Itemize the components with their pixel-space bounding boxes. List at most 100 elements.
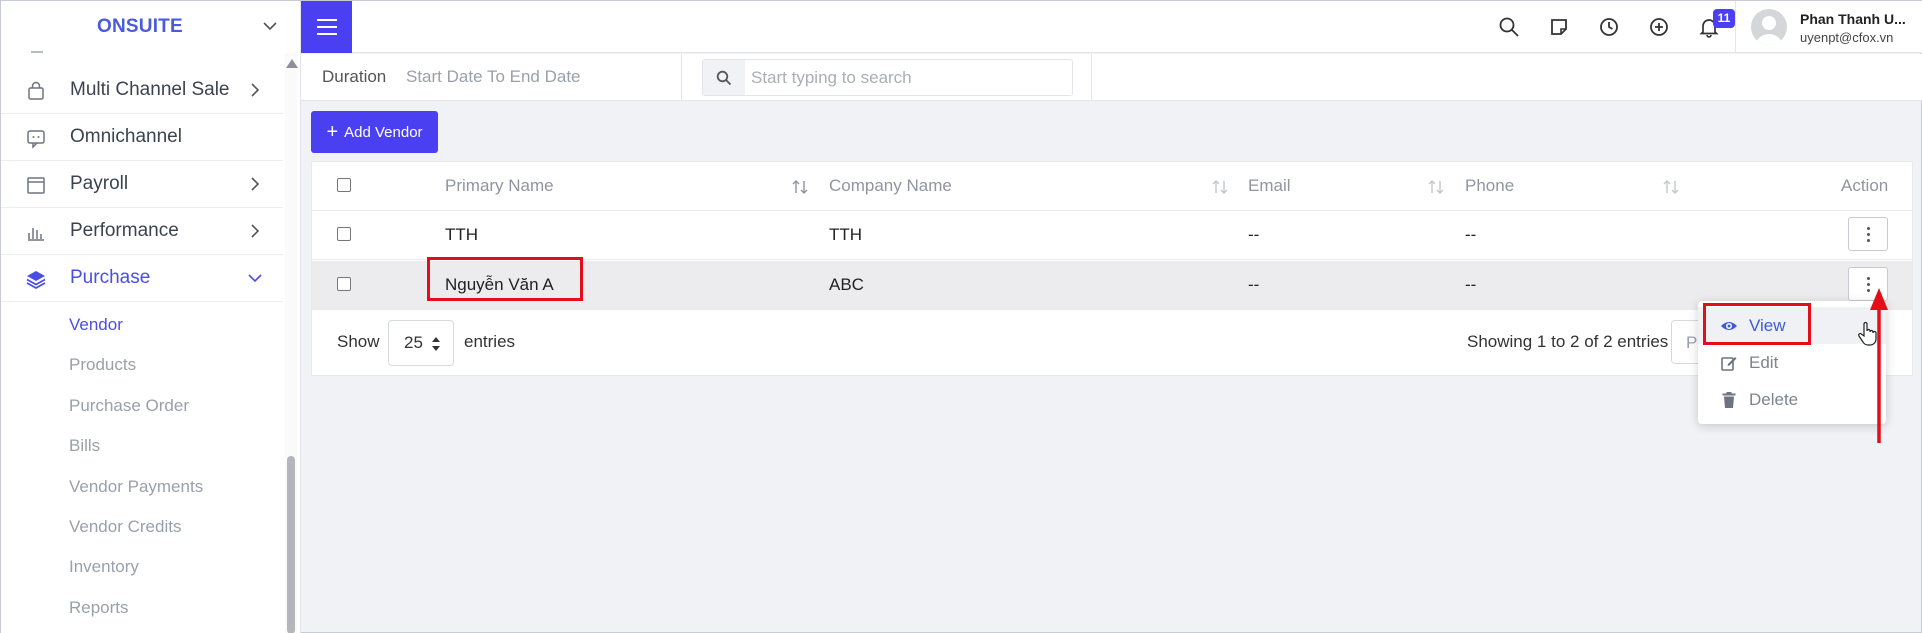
row-checkbox[interactable] bbox=[337, 277, 351, 291]
column-header-email[interactable]: Email bbox=[1248, 176, 1291, 196]
sidebar-subitem-vendor-credits[interactable]: Vendor Credits bbox=[1, 508, 283, 548]
search-addon bbox=[703, 60, 745, 95]
sort-icon[interactable] bbox=[1211, 179, 1229, 195]
row-checkbox[interactable] bbox=[337, 227, 351, 241]
subitem-label: Vendor bbox=[69, 315, 123, 334]
page-size-select[interactable]: 25 bbox=[388, 320, 454, 366]
brand-name: ONSUITE bbox=[97, 16, 183, 37]
search-box bbox=[702, 59, 1073, 96]
sort-caret-icon bbox=[432, 337, 440, 351]
menu-item-label: Delete bbox=[1749, 390, 1799, 409]
chevron-down-icon bbox=[263, 22, 277, 31]
duration-label: Duration bbox=[322, 67, 387, 86]
sidebar: ONSUITE Multi Channel Sale Omnichannel P… bbox=[1, 1, 301, 633]
chat-icon bbox=[27, 130, 45, 149]
column-header-phone[interactable]: Phone bbox=[1465, 176, 1514, 196]
add-vendor-button[interactable]: + Add Vendor bbox=[311, 111, 438, 153]
sidebar-item-payroll[interactable]: Payroll bbox=[1, 161, 283, 208]
sidebar-item-multi-channel-sale[interactable]: Multi Channel Sale bbox=[1, 67, 283, 114]
sort-icon[interactable] bbox=[791, 179, 809, 195]
divider bbox=[1091, 54, 1092, 101]
subitem-label: Purchase Order bbox=[69, 396, 189, 415]
notification-badge: 11 bbox=[1713, 9, 1735, 28]
edit-icon bbox=[1721, 357, 1737, 371]
filter-bar: Duration Start Date To End Date bbox=[301, 54, 1922, 101]
plus-icon: + bbox=[326, 121, 339, 143]
cell-email: -- bbox=[1248, 275, 1260, 294]
divider bbox=[31, 51, 43, 53]
clock-icon[interactable] bbox=[1598, 16, 1620, 38]
user-email: uyenpt@cfox.vn bbox=[1800, 30, 1894, 45]
shopping-bag-icon bbox=[28, 81, 44, 100]
cell-company-name: TTH bbox=[829, 225, 863, 244]
search-input[interactable] bbox=[751, 60, 1066, 95]
subitem-label: Bills bbox=[69, 436, 101, 455]
entries-label: entries bbox=[464, 332, 516, 351]
subitem-label: Reports bbox=[69, 598, 129, 617]
sidebar-item-label: Multi Channel Sale bbox=[70, 79, 230, 100]
top-bar: 11 Phan Thanh U... uyenpt@cfox.vn bbox=[301, 1, 1922, 53]
note-icon[interactable] bbox=[1548, 16, 1570, 38]
menu-item-delete[interactable]: Delete bbox=[1698, 381, 1886, 418]
chevron-down-icon bbox=[248, 274, 262, 283]
select-all-checkbox[interactable] bbox=[337, 178, 351, 192]
menu-item-label: Edit bbox=[1749, 353, 1779, 372]
subitem-label: Vendor Payments bbox=[69, 477, 204, 496]
sidebar-item-label: Performance bbox=[70, 220, 179, 241]
highlight-box-vendor-name bbox=[427, 257, 583, 301]
sidebar-subitem-inventory[interactable]: Inventory bbox=[1, 548, 283, 588]
user-name[interactable]: Phan Thanh U... bbox=[1800, 11, 1906, 27]
menu-item-edit[interactable]: Edit bbox=[1698, 344, 1886, 381]
column-header-action: Action bbox=[1841, 176, 1889, 195]
sidebar-item-label: Purchase bbox=[70, 267, 151, 288]
pagination-info: Showing 1 to 2 of 2 entries bbox=[1467, 332, 1669, 351]
column-header-primary-name[interactable]: Primary Name bbox=[445, 176, 554, 196]
hand-cursor-icon bbox=[1858, 321, 1877, 346]
bar-chart-icon bbox=[28, 228, 44, 241]
table-header-row: Primary Name Company Name Email Phone Ac… bbox=[312, 162, 1912, 211]
hamburger-menu-button[interactable] bbox=[301, 1, 352, 53]
search-icon[interactable] bbox=[1498, 16, 1520, 38]
show-label: Show bbox=[337, 332, 380, 351]
cell-phone: -- bbox=[1465, 275, 1477, 294]
sidebar-subitem-reports[interactable]: Reports bbox=[1, 589, 283, 629]
column-header-company-name[interactable]: Company Name bbox=[829, 176, 952, 196]
brand-switcher[interactable]: ONSUITE bbox=[1, 1, 300, 53]
divider bbox=[1735, 1, 1736, 53]
arrow-up-icon bbox=[1870, 288, 1888, 443]
subitem-label: Products bbox=[69, 355, 137, 374]
row-action-button[interactable] bbox=[1848, 217, 1888, 251]
scroll-up-arrow-icon[interactable] bbox=[286, 59, 298, 68]
subitem-label: Vendor Credits bbox=[69, 517, 182, 536]
sidebar-item-performance[interactable]: Performance bbox=[1, 208, 283, 255]
sidebar-subitem-vendor[interactable]: Vendor bbox=[1, 306, 283, 346]
sidebar-item-label: Payroll bbox=[70, 173, 129, 194]
sort-icon[interactable] bbox=[1662, 179, 1680, 195]
calendar-icon bbox=[27, 177, 45, 194]
divider bbox=[681, 54, 682, 101]
cell-primary-name[interactable]: TTH bbox=[445, 225, 478, 245]
sidebar-scroll-thumb[interactable] bbox=[287, 456, 295, 633]
sidebar-subitem-products[interactable]: Products bbox=[1, 346, 283, 386]
date-range-picker[interactable]: Start Date To End Date bbox=[406, 67, 581, 87]
cell-phone: -- bbox=[1465, 225, 1477, 244]
sidebar-subitem-purchase-order[interactable]: Purchase Order bbox=[1, 387, 283, 427]
subitem-label: Inventory bbox=[69, 557, 139, 576]
sidebar-subitem-vendor-payments[interactable]: Vendor Payments bbox=[1, 468, 283, 508]
cell-company-name: ABC bbox=[829, 275, 864, 294]
highlight-box-view bbox=[1703, 303, 1811, 345]
sort-icon[interactable] bbox=[1427, 179, 1445, 195]
sidebar-item-purchase[interactable]: Purchase bbox=[1, 255, 283, 302]
sidebar-nav: Multi Channel Sale Omnichannel Payroll P… bbox=[1, 67, 283, 302]
sidebar-subitem-bills[interactable]: Bills bbox=[1, 427, 283, 467]
add-circle-icon[interactable] bbox=[1648, 16, 1670, 38]
chevron-right-icon bbox=[251, 177, 260, 191]
page-size-value: 25 bbox=[404, 333, 423, 352]
avatar[interactable] bbox=[1751, 9, 1787, 45]
sidebar-item-omnichannel[interactable]: Omnichannel bbox=[1, 114, 283, 161]
cell-email: -- bbox=[1248, 225, 1260, 244]
add-vendor-label: Add Vendor bbox=[344, 123, 423, 141]
table-row[interactable]: TTH TTH -- -- bbox=[312, 211, 1912, 260]
sidebar-item-label: Omnichannel bbox=[70, 126, 182, 147]
trash-icon bbox=[1722, 392, 1736, 408]
